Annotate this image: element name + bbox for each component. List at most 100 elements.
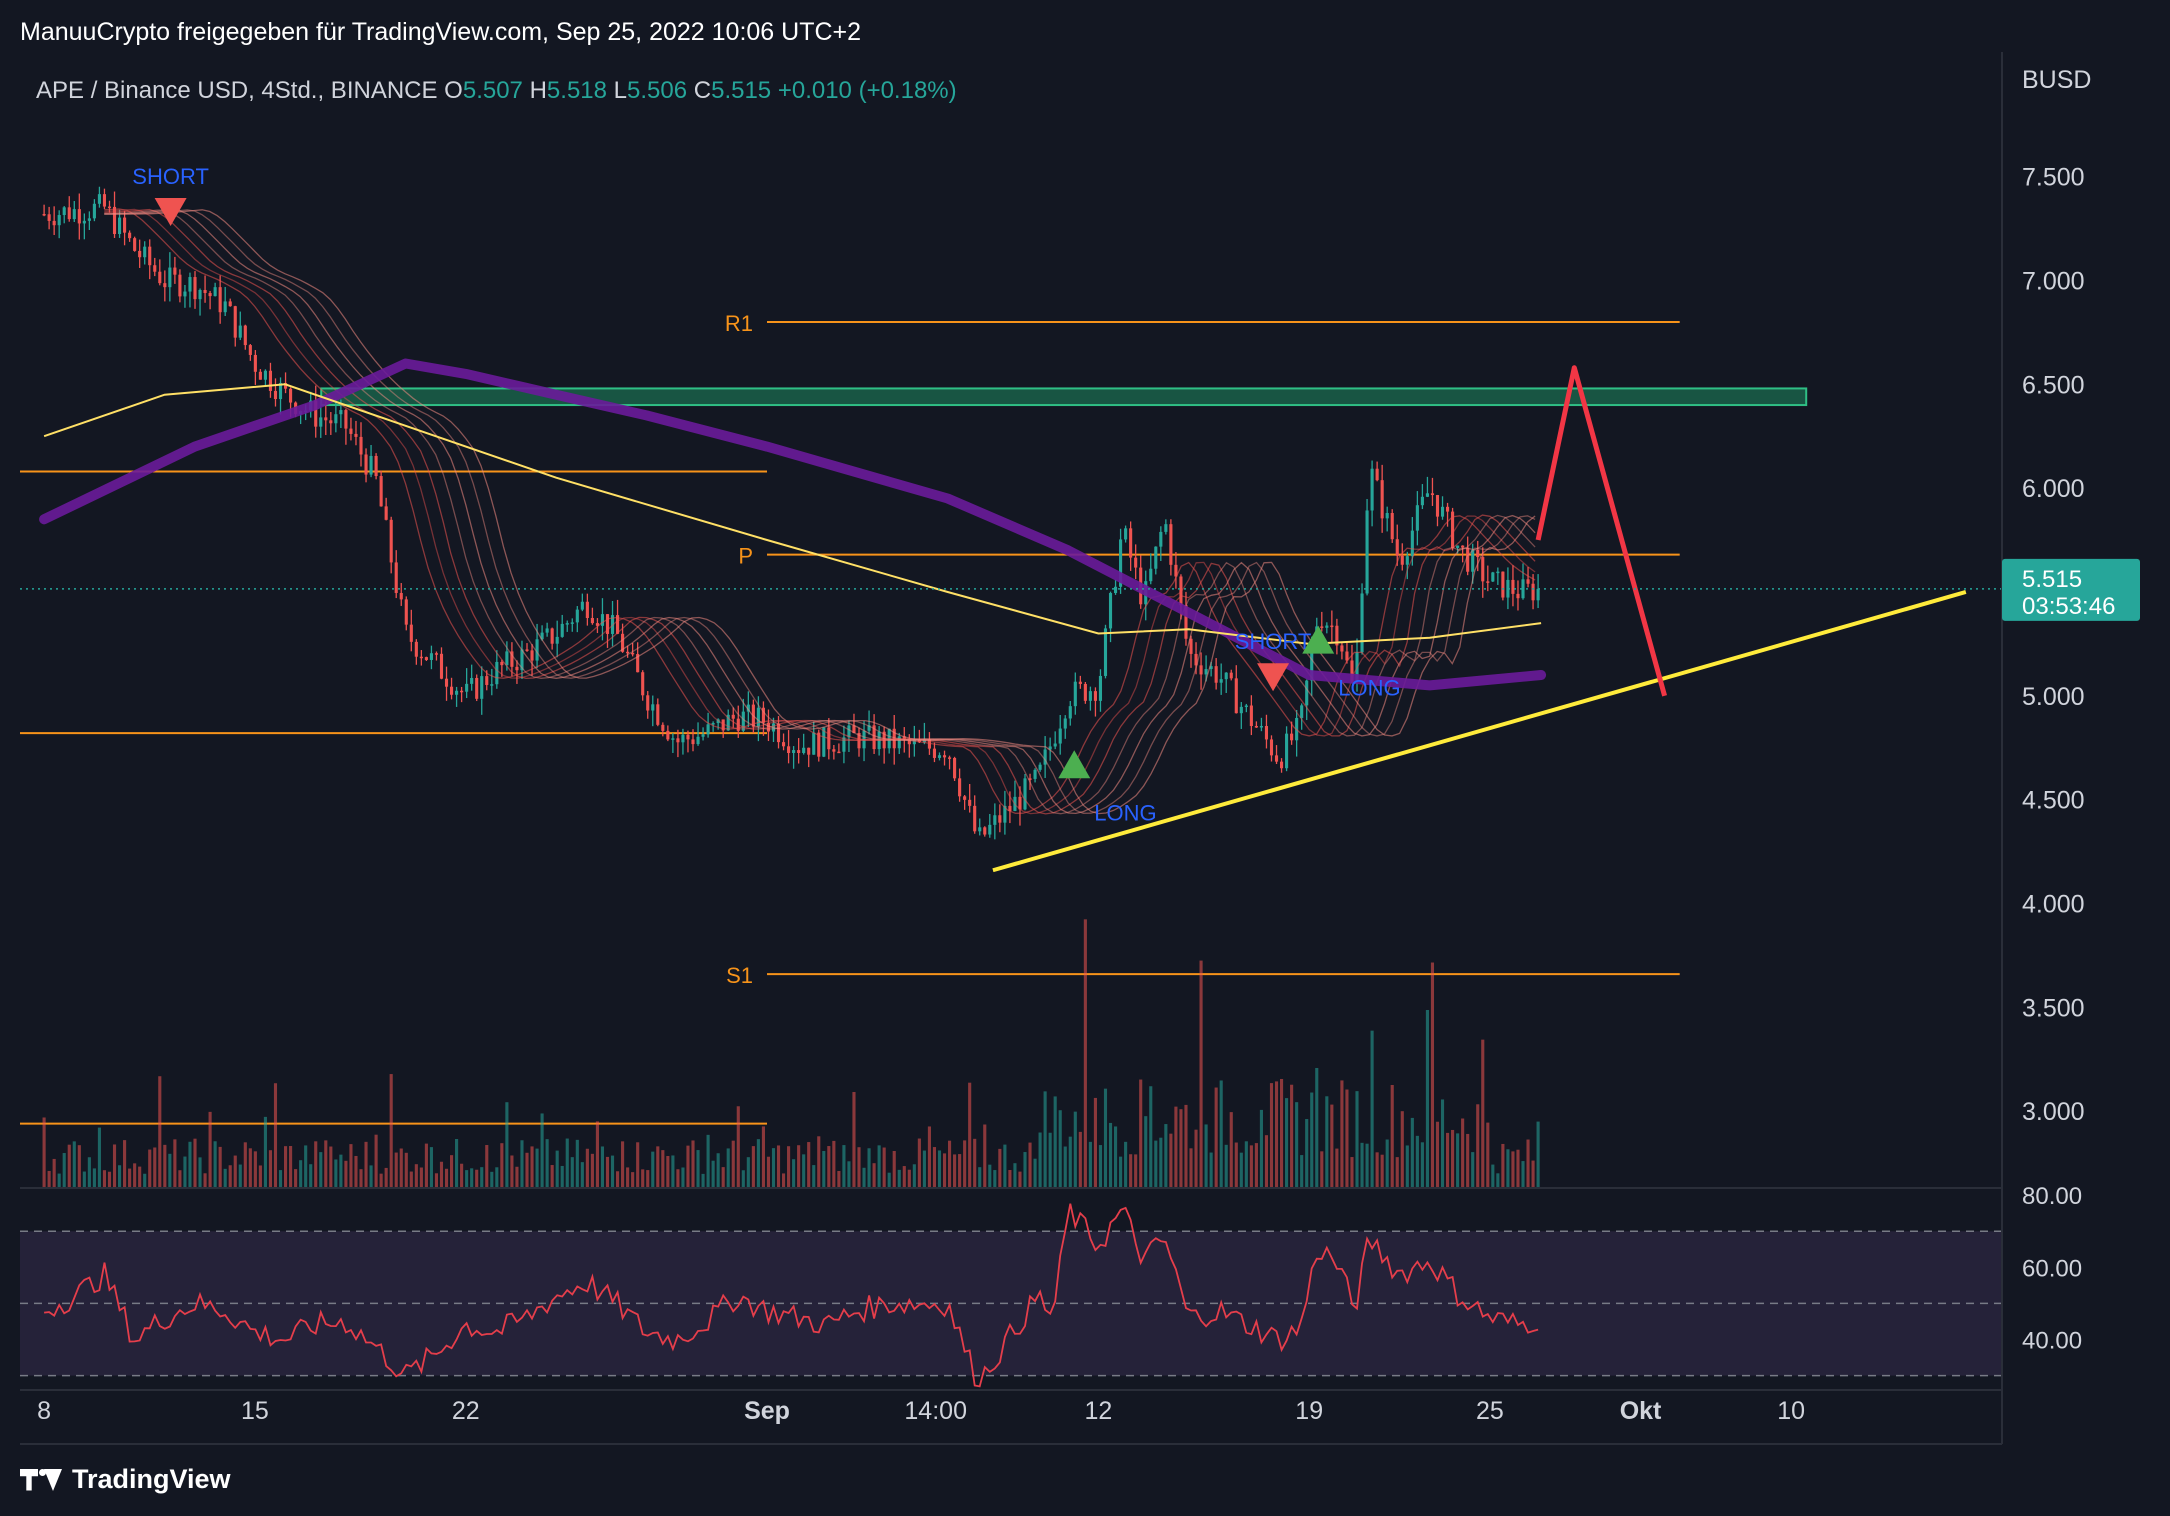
candle-body	[958, 778, 962, 797]
volume-bar	[334, 1159, 338, 1188]
candle-body	[208, 293, 212, 297]
candle-body	[1149, 568, 1153, 582]
candle-body	[1300, 705, 1304, 718]
candle-body	[334, 414, 338, 424]
candle-body	[681, 734, 685, 743]
candle-body	[646, 695, 650, 711]
volume-bar	[439, 1161, 444, 1188]
candle-body	[1415, 505, 1419, 531]
volume-bar	[273, 1083, 278, 1188]
volume-bar	[1063, 1146, 1067, 1188]
candle-body	[460, 690, 464, 693]
candle-body	[1440, 506, 1445, 517]
volume-bar	[1491, 1164, 1495, 1188]
volume-bar	[1244, 1141, 1248, 1188]
candle-body	[62, 207, 66, 216]
volume-bar	[973, 1138, 977, 1188]
volume-bar	[1038, 1132, 1042, 1188]
volume-bar	[1511, 1151, 1515, 1188]
volume-bar	[1164, 1124, 1168, 1188]
candle-body	[1425, 493, 1429, 497]
candle-body	[128, 232, 132, 239]
pivot-level-label: S1	[726, 963, 753, 988]
volume-bar	[465, 1170, 469, 1188]
volume-bar	[153, 1147, 157, 1188]
volume-bar	[852, 1092, 856, 1188]
volume-bar	[812, 1165, 816, 1188]
volume-bar	[706, 1134, 710, 1188]
candle-body	[1063, 718, 1067, 729]
candle-body	[1471, 549, 1475, 572]
ohlc-legend: APE / Binance USD, 4Std., BINANCE O5.507…	[36, 77, 957, 104]
candle-body	[1365, 510, 1369, 594]
price-axis-tick: 6.500	[2022, 371, 2085, 399]
volume-bar	[605, 1156, 610, 1188]
legend-part: C	[694, 77, 711, 104]
candle-body	[1234, 678, 1238, 714]
volume-bar	[490, 1171, 494, 1188]
volume-bar	[771, 1148, 776, 1188]
volume-bar	[907, 1169, 911, 1188]
volume-bar	[1285, 1098, 1289, 1188]
candle-body	[319, 417, 323, 427]
volume-bar	[937, 1150, 942, 1188]
candle-body	[1053, 743, 1057, 747]
volume-bar	[882, 1147, 886, 1188]
volume-bar	[1093, 1097, 1097, 1188]
volume-bar	[590, 1153, 594, 1188]
candle-body	[439, 653, 444, 679]
volume-bar	[57, 1173, 61, 1188]
volume-bar	[309, 1164, 313, 1188]
candle-body	[92, 203, 96, 219]
candle-body	[968, 799, 972, 806]
volume-bar	[696, 1150, 700, 1188]
candle-body	[429, 653, 433, 660]
chart-canvas[interactable]: APE / Binance USD, 4Std., BINANCE O5.507…	[0, 0, 2170, 1516]
volume-bar	[1239, 1152, 1243, 1188]
candle-body	[776, 723, 781, 743]
volume-bar	[953, 1154, 957, 1188]
tradingview-logo: TradingView	[20, 1464, 231, 1495]
volume-bar	[1078, 1131, 1082, 1188]
volume-bar	[580, 1162, 584, 1188]
volume-bar	[107, 1171, 112, 1188]
candle-body	[661, 724, 665, 731]
candle-body	[485, 676, 489, 685]
candle-body	[1264, 726, 1269, 740]
volume-bar	[394, 1152, 398, 1188]
volume-bar	[148, 1149, 152, 1188]
candle-body	[57, 215, 61, 226]
volume-bar	[1204, 1124, 1208, 1188]
rsi-axis-tick: 80.00	[2022, 1183, 2082, 1210]
volume-bar	[1274, 1081, 1279, 1188]
candle-body	[359, 436, 363, 455]
volume-bar	[1229, 1112, 1233, 1188]
candle-body	[1526, 579, 1530, 584]
candle-body	[238, 325, 242, 338]
candle-body	[1516, 593, 1520, 599]
legend-part: O	[444, 77, 463, 104]
volume-bar	[1058, 1110, 1062, 1188]
candle-body	[163, 283, 167, 288]
volume-bar	[248, 1148, 252, 1188]
candle-body	[1274, 755, 1279, 762]
candle-body	[1078, 681, 1082, 684]
volume-bar	[1139, 1079, 1143, 1188]
volume-bar	[369, 1165, 373, 1188]
candle-body	[1476, 549, 1480, 558]
candle-body	[807, 747, 811, 755]
volume-bar	[1119, 1156, 1123, 1188]
volume-bar	[1018, 1171, 1022, 1188]
legend-part: 5.518	[547, 77, 614, 104]
volume-bar	[1355, 1091, 1359, 1188]
volume-bar	[1375, 1152, 1379, 1188]
volume-bar	[1410, 1117, 1414, 1188]
volume-bar	[807, 1142, 811, 1188]
candle-body	[148, 246, 152, 266]
volume-bar	[314, 1141, 318, 1188]
volume-bar	[636, 1142, 640, 1188]
candle-body	[1129, 528, 1133, 558]
volume-bar	[787, 1146, 791, 1188]
volume-bar	[1269, 1083, 1274, 1188]
date-axis-tick: 10	[1777, 1397, 1805, 1425]
